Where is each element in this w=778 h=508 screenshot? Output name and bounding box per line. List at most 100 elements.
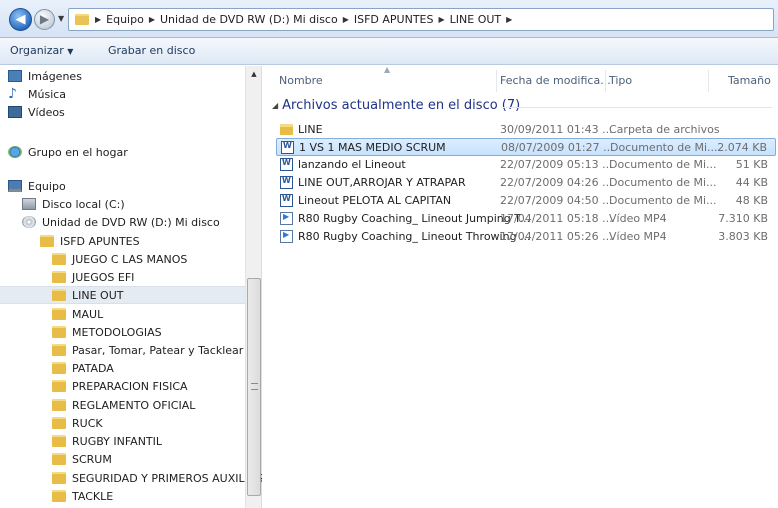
column-divider[interactable] xyxy=(708,70,709,92)
scroll-up-button[interactable]: ▲ xyxy=(246,66,262,82)
nav-item-homegroup[interactable]: Grupo en el hogar xyxy=(8,143,128,161)
nav-item-videos[interactable]: Vídeos xyxy=(8,103,65,121)
nav-item-folder[interactable]: TACKLE xyxy=(52,487,113,505)
nav-item-line-out[interactable]: LINE OUT xyxy=(0,286,245,304)
homegroup-icon xyxy=(8,146,22,158)
recent-pages-dropdown[interactable]: ▼ xyxy=(58,14,64,23)
file-size: 7.310 KB xyxy=(718,212,768,225)
file-row[interactable]: Lineout PELOTA AL CAPITAN 22/07/2009 04:… xyxy=(276,192,776,210)
nav-item-local-disk[interactable]: Disco local (C:) xyxy=(22,195,125,213)
group-header[interactable]: ◢ Archivos actualmente en el disco (7) xyxy=(272,98,520,113)
chevron-down-icon: ▼ xyxy=(67,47,74,56)
breadcrumb-item-isfd[interactable]: ISFD APUNTES xyxy=(354,13,434,26)
nav-item-dvd-drive[interactable]: Unidad de DVD RW (D:) Mi disco xyxy=(22,213,220,231)
nav-scrollbar[interactable]: ▲ xyxy=(245,66,261,508)
file-row[interactable]: lanzando el Lineout 22/07/2009 05:13 ...… xyxy=(276,156,776,174)
organize-label: Organizar xyxy=(10,44,64,57)
file-name: Lineout PELOTA AL CAPITAN xyxy=(298,194,452,207)
nav-item-folder[interactable]: JUEGOS EFI xyxy=(52,268,134,286)
forward-button[interactable]: ▶ xyxy=(34,9,55,30)
chevron-right-icon[interactable]: ▶ xyxy=(149,15,155,24)
file-type: Documento de Mi... xyxy=(609,158,717,171)
back-button[interactable]: ◀ xyxy=(9,8,32,31)
videos-icon xyxy=(8,106,22,118)
nav-item-label: ISFD APUNTES xyxy=(60,234,140,248)
nav-item-label: PATADA xyxy=(72,361,114,375)
group-title: Archivos actualmente en el disco (7) xyxy=(282,98,521,113)
dvd-icon xyxy=(22,216,36,228)
nav-item-folder[interactable]: RUGBY INFANTIL xyxy=(52,432,162,450)
file-row[interactable]: R80 Rugby Coaching_ Lineout Jumping T...… xyxy=(276,210,776,228)
column-header-date[interactable]: Fecha de modifica... xyxy=(500,74,611,87)
word-doc-icon xyxy=(280,158,293,171)
file-size: 3.803 KB xyxy=(718,230,768,243)
video-file-icon xyxy=(280,212,293,225)
burn-to-disc-button[interactable]: Grabar en disco xyxy=(108,44,195,57)
group-divider xyxy=(502,107,772,108)
column-header-size[interactable]: Tamaño xyxy=(728,74,771,87)
nav-item-folder[interactable]: PREPARACION FISICA xyxy=(52,377,188,395)
folder-icon xyxy=(52,271,66,283)
file-name: LINE OUT,ARROJAR Y ATRAPAR xyxy=(298,176,466,189)
nav-item-music[interactable]: ♪ Música xyxy=(8,85,66,103)
column-divider[interactable] xyxy=(496,70,497,92)
file-name-cell: Lineout PELOTA AL CAPITAN xyxy=(280,194,451,207)
file-name: R80 Rugby Coaching_ Lineout Jumping T... xyxy=(298,212,531,225)
nav-item-computer[interactable]: Equipo xyxy=(8,177,66,195)
breadcrumb-item-lineout[interactable]: LINE OUT xyxy=(450,13,501,26)
file-size: 2.074 KB xyxy=(717,141,767,154)
nav-item-label: JUEGO C LAS MANOS xyxy=(72,252,188,266)
file-name-cell: LINE OUT,ARROJAR Y ATRAPAR xyxy=(280,176,466,189)
scrollbar-thumb[interactable] xyxy=(247,278,261,496)
file-row[interactable]: R80 Rugby Coaching_ Lineout Throwing ...… xyxy=(276,228,776,246)
nav-item-label: RUCK xyxy=(72,416,103,430)
file-date: 22/07/2009 05:13 ... xyxy=(500,158,613,171)
file-row[interactable]: LINE OUT,ARROJAR Y ATRAPAR 22/07/2009 04… xyxy=(276,174,776,192)
nav-item-label: METODOLOGIAS xyxy=(72,325,162,339)
file-name: R80 Rugby Coaching_ Lineout Throwing ... xyxy=(298,230,531,243)
nav-item-folder[interactable]: REGLAMENTO OFICIAL xyxy=(52,396,195,414)
nav-item-folder[interactable]: SEGURIDAD Y PRIMEROS AUXILIOS xyxy=(52,469,264,487)
chevron-right-icon[interactable]: ▶ xyxy=(95,15,101,24)
folder-icon xyxy=(52,289,66,301)
file-type: Vídeo MP4 xyxy=(609,212,667,225)
breadcrumb-item-computer[interactable]: Equipo xyxy=(106,13,144,26)
address-bar: ◀ ▶ ▼ ▶ Equipo ▶ Unidad de DVD RW (D:) M… xyxy=(0,0,778,38)
column-header-name[interactable]: Nombre xyxy=(279,74,323,87)
nav-item-folder[interactable]: SCRUM xyxy=(52,450,112,468)
nav-item-images[interactable]: Imágenes xyxy=(8,67,82,85)
chevron-right-icon[interactable]: ▶ xyxy=(439,15,445,24)
nav-item-label: Equipo xyxy=(28,179,66,193)
column-header-type[interactable]: Tipo xyxy=(609,74,632,87)
nav-item-folder[interactable]: PATADA xyxy=(52,359,114,377)
word-doc-icon xyxy=(280,194,293,207)
file-row[interactable]: LINE 30/09/2011 01:43 ... Carpeta de arc… xyxy=(276,121,776,139)
folder-icon xyxy=(52,380,66,392)
nav-item-folder[interactable]: MAUL xyxy=(52,305,103,323)
nav-item-label: Grupo en el hogar xyxy=(28,145,128,159)
navigation-pane: Imágenes ♪ Música Vídeos Grupo en el hog… xyxy=(0,66,264,508)
chevron-right-icon[interactable]: ▶ xyxy=(343,15,349,24)
chevron-right-icon[interactable]: ▶ xyxy=(506,15,512,24)
file-list-pane: Nombre ▲ Fecha de modifica... Tipo Tamañ… xyxy=(262,65,778,508)
address-field[interactable]: ▶ Equipo ▶ Unidad de DVD RW (D:) Mi disc… xyxy=(68,8,774,31)
breadcrumb-item-dvd[interactable]: Unidad de DVD RW (D:) Mi disco xyxy=(160,13,338,26)
organize-button[interactable]: Organizar ▼ xyxy=(10,44,73,57)
nav-item-label: RUGBY INFANTIL xyxy=(72,434,163,448)
disk-icon xyxy=(22,198,36,210)
nav-item-isfd-apuntes[interactable]: ISFD APUNTES xyxy=(40,232,140,250)
nav-item-folder[interactable]: JUEGO C LAS MANOS xyxy=(52,250,187,268)
nav-item-folder[interactable]: METODOLOGIAS xyxy=(52,323,162,341)
collapse-triangle-icon[interactable]: ◢ xyxy=(272,101,278,110)
file-type: Documento de Mi... xyxy=(610,141,718,154)
folder-icon xyxy=(40,235,54,247)
file-type: Documento de Mi... xyxy=(609,176,717,189)
file-date: 17/04/2011 05:18 ... xyxy=(500,212,613,225)
file-row-selected[interactable]: 1 VS 1 MAS MEDIO SCRUM 08/07/2009 01:27 … xyxy=(276,138,776,156)
column-divider[interactable] xyxy=(605,70,606,92)
folder-icon xyxy=(75,14,89,25)
nav-item-folder[interactable]: Pasar, Tomar, Patear y Tacklear xyxy=(52,341,243,359)
nav-item-folder[interactable]: RUCK xyxy=(52,414,103,432)
folder-icon xyxy=(52,472,66,484)
nav-item-label: Imágenes xyxy=(28,69,82,83)
